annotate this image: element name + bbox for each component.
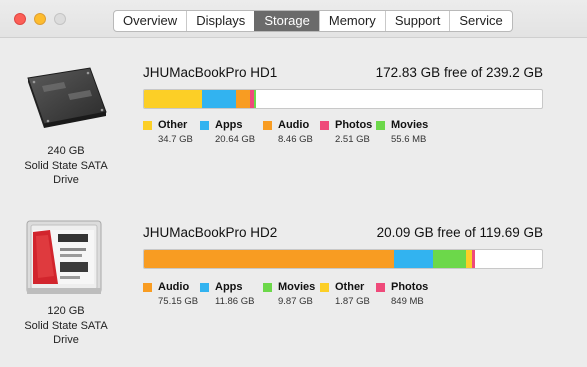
tab-service[interactable]: Service <box>449 11 511 31</box>
drive-capacity: 120 GB <box>47 305 85 317</box>
legend-label: Apps <box>215 119 243 131</box>
storage-usage-bar <box>143 249 543 269</box>
drive-type: Solid State SATA <box>24 319 108 332</box>
free-space-text: 20.09 GB free of 119.69 GB <box>376 225 543 240</box>
legend-label: Other <box>335 281 365 293</box>
legend-label: Photos <box>391 281 429 293</box>
legend-swatch <box>143 121 152 130</box>
tab-support[interactable]: Support <box>384 11 450 31</box>
tab-bar: Overview Displays Storage Memory Support… <box>113 10 513 32</box>
legend-size: 75.15 GB <box>158 296 199 307</box>
usage-segment-movies[interactable] <box>433 250 467 268</box>
usage-segment-apps[interactable] <box>201 90 237 108</box>
legend-size: 1.87 GB <box>335 296 370 307</box>
close-window-button[interactable] <box>14 13 26 25</box>
legend-swatch <box>320 283 329 292</box>
legend-size: 8.46 GB <box>278 134 313 145</box>
usage-segment-audio[interactable] <box>236 90 251 108</box>
drive-type-cont: Drive <box>53 334 79 346</box>
window-titlebar: Overview Displays Storage Memory Support… <box>0 0 587 38</box>
usage-segment-other[interactable] <box>144 90 202 108</box>
legend-swatch <box>200 283 209 292</box>
volume-name: JHUMacBookPro HD2 <box>143 225 278 240</box>
legend-size: 34.7 GB <box>158 134 193 145</box>
volume-name: JHUMacBookPro HD1 <box>143 65 278 80</box>
drive-caption: 240 GB Solid State SATA Drive <box>6 144 126 188</box>
legend-size: 55.6 MB <box>391 134 427 145</box>
tab-overview[interactable]: Overview <box>114 11 186 31</box>
ssd-drive-icon <box>26 220 102 294</box>
legend-size: 9.87 GB <box>278 296 313 307</box>
legend-label: Movies <box>278 281 316 293</box>
usage-segment-movies[interactable] <box>254 90 257 108</box>
legend-swatch <box>376 121 385 130</box>
legend-size: 849 MB <box>391 296 424 307</box>
legend-label: Apps <box>215 281 243 293</box>
legend-label: Movies <box>391 119 429 131</box>
free-space-text: 172.83 GB free of 239.2 GB <box>375 65 543 80</box>
minimize-window-button[interactable] <box>34 13 46 25</box>
legend-label: Other <box>158 119 188 131</box>
drive-type-cont: Drive <box>53 174 79 186</box>
usage-segment-apps[interactable] <box>393 250 434 268</box>
legend-swatch <box>320 121 329 130</box>
legend-swatch <box>376 283 385 292</box>
drive-type: Solid State SATA <box>24 159 108 172</box>
usage-segment-audio[interactable] <box>144 250 394 268</box>
legend-size: 2.51 GB <box>335 134 370 145</box>
usage-segment-photos[interactable] <box>472 250 476 268</box>
ssd-drive-icon <box>27 67 107 128</box>
legend-label: Photos <box>335 119 373 131</box>
tab-memory[interactable]: Memory <box>318 11 385 31</box>
legend-label: Audio <box>158 281 190 293</box>
legend-swatch <box>263 121 272 130</box>
zoom-window-button[interactable] <box>54 13 66 25</box>
tab-storage[interactable]: Storage <box>254 11 319 31</box>
legend-label: Audio <box>278 119 310 131</box>
drive-caption: 120 GB Solid State SATA Drive <box>6 304 126 348</box>
tab-displays[interactable]: Displays <box>186 11 254 31</box>
legend-swatch <box>200 121 209 130</box>
legend-swatch <box>143 283 152 292</box>
storage-usage-bar <box>143 89 543 109</box>
legend-size: 20.64 GB <box>215 134 256 145</box>
legend-size: 11.86 GB <box>215 296 255 307</box>
legend-swatch <box>263 283 272 292</box>
drive-capacity: 240 GB <box>47 145 85 157</box>
